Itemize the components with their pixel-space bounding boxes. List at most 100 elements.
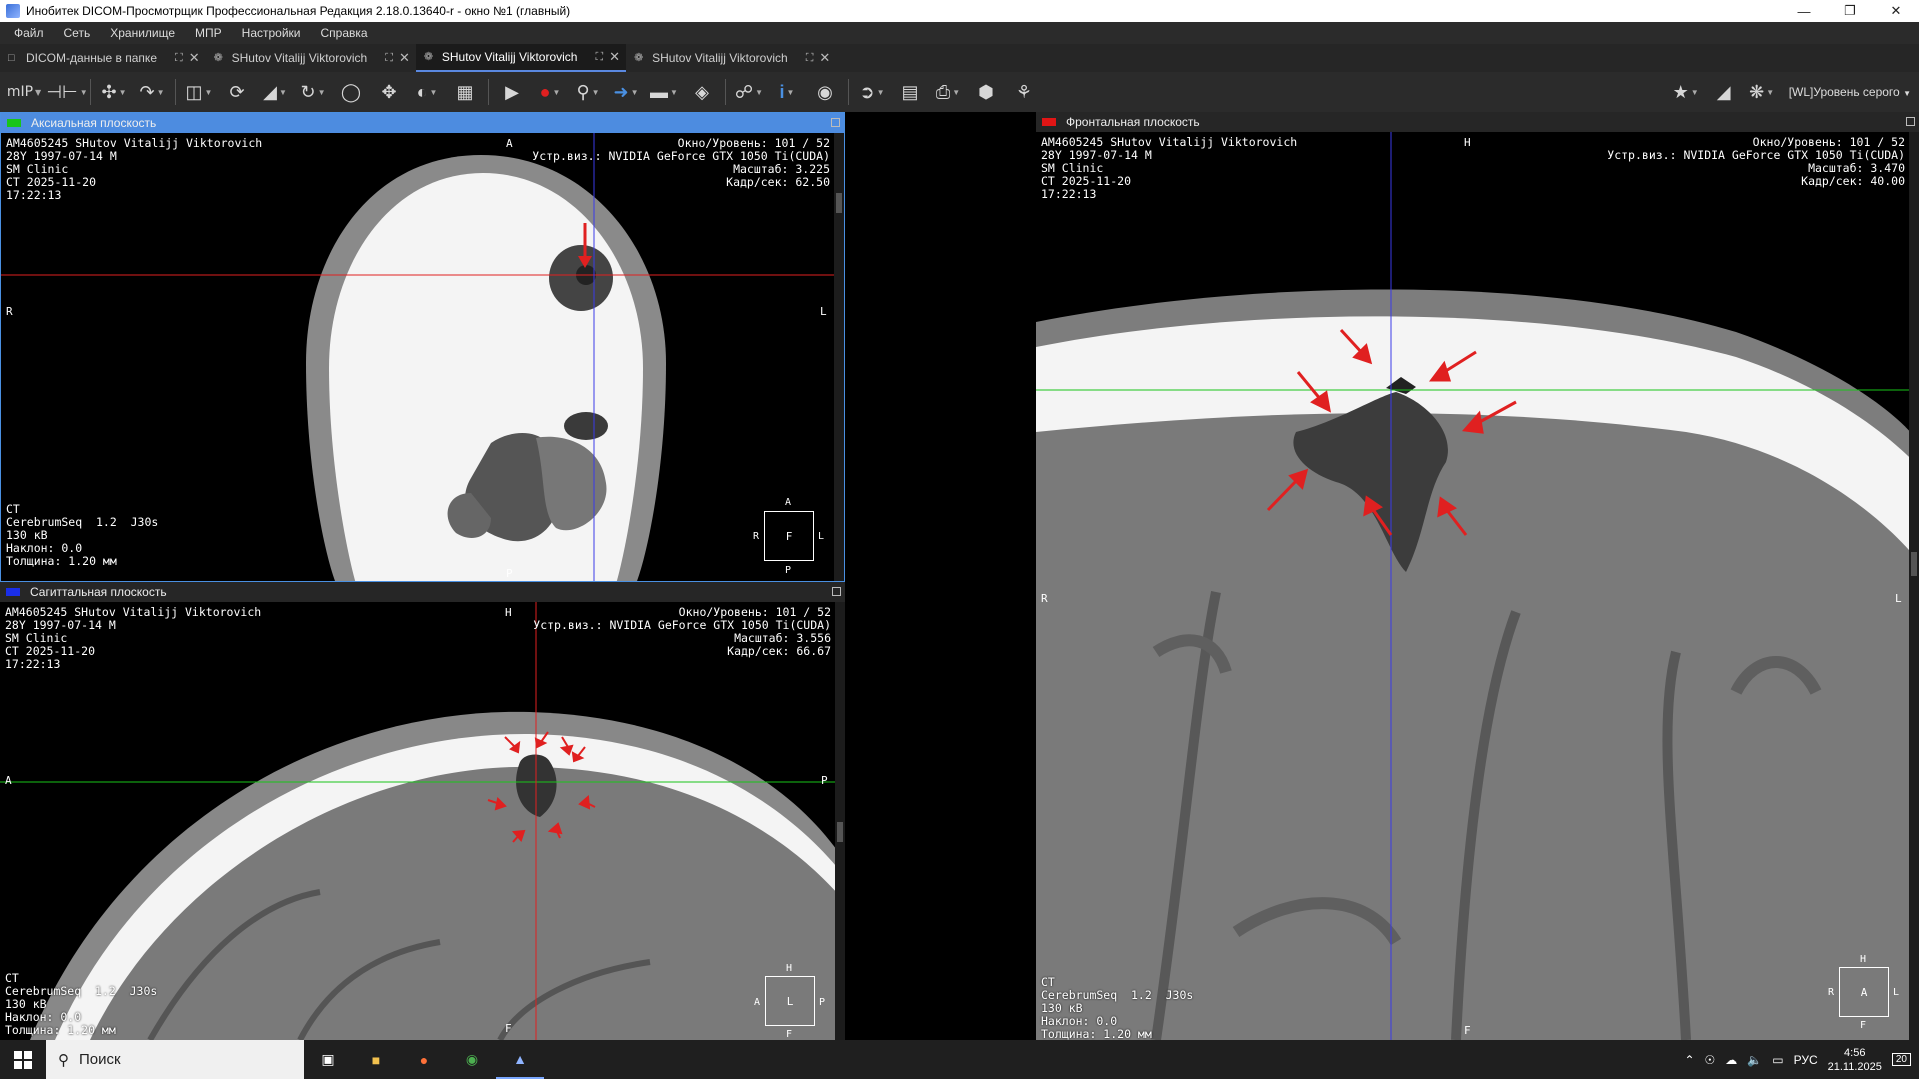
volume-icon[interactable]: 🔈 (1747, 1053, 1762, 1067)
export-icon[interactable]: ➲ ▼ (853, 75, 891, 109)
orientation-bottom: F (1464, 1024, 1471, 1037)
axial-image[interactable]: AM4605245 SHutov Vitalijj Viktorovich 28… (1, 133, 844, 581)
slab-thickness-icon[interactable]: ⊣⊢ ▼ (46, 75, 87, 109)
viewport-divider[interactable] (845, 112, 1036, 1040)
maximize-tab-icon[interactable]: ⛶ (385, 52, 393, 65)
record-icon[interactable]: ● ▼ (531, 75, 569, 109)
annotation-icon[interactable]: ⚲ ▼ (569, 75, 607, 109)
maximize-tab-icon[interactable]: ⛶ (806, 52, 814, 65)
orientation-bottom: P (506, 567, 513, 580)
maximize-tab-icon[interactable]: ⛶ (595, 51, 603, 64)
tab-dicom-folder[interactable]: □ DICOM-данные в папке ⛶ ✕ (0, 44, 206, 72)
tab-study-2[interactable]: ❁ SHutov Vitalijj Viktorovich ⛶ ✕ (415, 44, 627, 72)
maximize-tab-icon[interactable]: ⛶ (175, 52, 183, 65)
ruler-icon[interactable]: ▬ ▼ (645, 75, 683, 109)
tab-bar: □ DICOM-данные в папке ⛶ ✕ ❁ SHutov Vita… (0, 44, 1919, 72)
crosshair-icon[interactable]: ✣ ▼ (95, 75, 133, 109)
stack-icon[interactable]: ▦ (446, 75, 484, 109)
sagittal-image[interactable]: AM4605245 SHutov Vitalijj Viktorovich 28… (0, 602, 845, 1040)
palette-icon[interactable]: ❋ ▼ (1743, 75, 1781, 109)
tray-chevron-icon[interactable]: ⌃ (1684, 1053, 1694, 1067)
cube-right-label: P (819, 997, 826, 1008)
firefox-icon[interactable]: ● (400, 1040, 448, 1079)
network-icon[interactable]: ☉ (1705, 1053, 1716, 1067)
tab-study-3[interactable]: ❁ SHutov Vitalijj Viktorovich ⛶ ✕ (626, 44, 836, 72)
slice-scrollbar[interactable] (834, 133, 844, 581)
slice-scrollbar[interactable] (835, 602, 845, 1040)
plane-color-tag (7, 119, 21, 127)
notifications-icon[interactable]: 20 (1891, 1053, 1911, 1066)
zoom-icon[interactable]: ◯ (332, 75, 370, 109)
task-view-icon[interactable]: ▣ (304, 1040, 352, 1079)
minimize-button[interactable]: — (1781, 0, 1827, 22)
anonymize-icon[interactable]: ⚘ (1005, 75, 1043, 109)
cloud-icon[interactable]: ☁ (1725, 1053, 1737, 1067)
axial-viewport[interactable]: Аксиальная плоскость AM4605245 SHutov Vi… (0, 112, 845, 582)
clock[interactable]: 4:56 21.11.2025 (1828, 1046, 1882, 1074)
restore-button[interactable]: ❐ (1827, 0, 1873, 22)
folder-icon: □ (8, 52, 15, 64)
menu-file[interactable]: Файл (4, 26, 54, 40)
close-tab-icon[interactable]: ✕ (399, 50, 410, 66)
layout-grid-icon[interactable]: ◫ ▼ (180, 75, 218, 109)
file-explorer-icon[interactable]: ■ (352, 1040, 400, 1079)
window-level-icon[interactable]: ◐ ▼ (408, 75, 446, 109)
volume-3d-icon[interactable]: ⬢ (967, 75, 1005, 109)
arrow-tool-icon[interactable]: ➜ ▼ (607, 75, 645, 109)
frontal-ct-image[interactable] (1036, 132, 1919, 1040)
play-icon[interactable]: ▶ (493, 75, 531, 109)
maximize-viewport-icon[interactable] (1906, 117, 1915, 126)
info-icon[interactable]: i ▼ (768, 75, 806, 109)
link-icon[interactable]: ☍ ▼ (730, 75, 768, 109)
maximize-viewport-icon[interactable] (831, 118, 840, 127)
cube-bottom-label: F (786, 1029, 793, 1040)
scroll-thumb[interactable] (836, 193, 842, 213)
frontal-image[interactable]: AM4605245 SHutov Vitalijj Viktorovich 28… (1036, 132, 1919, 1040)
histogram-icon[interactable]: ◢ (1705, 75, 1743, 109)
start-button[interactable] (0, 1040, 46, 1079)
close-tab-icon[interactable]: ✕ (609, 49, 620, 65)
menu-help[interactable]: Справка (311, 26, 378, 40)
eraser-icon[interactable]: ◈ (683, 75, 721, 109)
language-indicator[interactable]: РУС (1794, 1053, 1818, 1067)
orientation-left: R (1041, 592, 1048, 605)
preset-icon[interactable]: ★ ▼ (1667, 75, 1705, 109)
slice-scrollbar[interactable] (1909, 132, 1919, 1040)
close-tab-icon[interactable]: ✕ (189, 50, 200, 66)
menu-settings[interactable]: Настройки (232, 26, 311, 40)
sagittal-viewport[interactable]: Сагиттальная плоскость AM4605245 SHutov … (0, 582, 845, 1040)
orientation-top: H (505, 606, 512, 619)
display-icon[interactable]: ▭ (1772, 1053, 1783, 1067)
series-info-overlay: CT CerebrumSeq 1.2 J30s 130 кВ Наклон: 0… (6, 502, 159, 568)
curve-tool-icon[interactable]: ↷ ▼ (133, 75, 171, 109)
close-tab-icon[interactable]: ✕ (819, 50, 830, 66)
tab-label: SHutov Vitalijj Viktorovich (231, 51, 368, 65)
menu-network[interactable]: Сеть (54, 26, 101, 40)
print-icon[interactable]: ⎙ ▼ (929, 75, 967, 109)
menu-mpr[interactable]: МПР (185, 26, 232, 40)
tab-label: SHutov Vitalijj Viktorovich (652, 51, 788, 65)
cube-right-label: L (818, 531, 825, 542)
dicom-viewer-taskbar-icon[interactable]: ▲ (496, 1040, 544, 1079)
rotate-3d-icon[interactable]: ⟳ (218, 75, 256, 109)
chrome-icon[interactable]: ◉ (448, 1040, 496, 1079)
film-icon[interactable]: ▤ (891, 75, 929, 109)
maximize-viewport-icon[interactable] (832, 587, 841, 596)
display-info-overlay: Окно/Уровень: 101 / 52 Устр.виз.: NVIDIA… (532, 136, 830, 189)
toolbar-separator (90, 79, 91, 105)
scroll-thumb[interactable] (837, 822, 843, 842)
close-window-button[interactable]: ✕ (1873, 0, 1919, 22)
frontal-viewport[interactable]: Фронтальная плоскость AM4605245 SHutov V… (1036, 112, 1919, 1040)
series-icon[interactable]: ◉ (806, 75, 844, 109)
tab-study-1[interactable]: ❁ SHutov Vitalijj Viktorovich ⛶ ✕ (206, 44, 416, 72)
rotate-icon[interactable]: ↻ ▼ (294, 75, 332, 109)
flip-icon[interactable]: ◢ ▼ (256, 75, 294, 109)
mip-mode-button[interactable]: mIP ▼ (0, 75, 48, 109)
taskbar-search[interactable]: ⚲ Поиск (46, 1040, 304, 1079)
toolbar-separator (488, 79, 489, 105)
wl-preset-dropdown[interactable]: [WL]Уровень серого ▼ (1781, 85, 1919, 99)
pan-icon[interactable]: ✥ (370, 75, 408, 109)
clock-date: 21.11.2025 (1827, 1060, 1882, 1073)
menu-storage[interactable]: Хранилище (100, 26, 185, 40)
scroll-thumb[interactable] (1911, 552, 1917, 576)
